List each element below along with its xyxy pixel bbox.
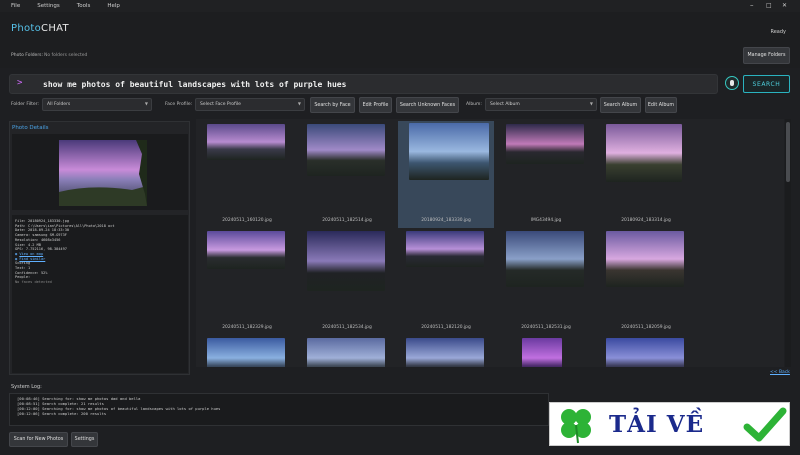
photo-thumbnail-cell[interactable]: 20240511_182120.jpg bbox=[398, 228, 494, 335]
photo-folders-value: No folders selected bbox=[44, 53, 88, 58]
find-similar-link[interactable]: Find similar bbox=[19, 257, 45, 261]
search-unknown-faces-button[interactable]: Search Unknown Faces bbox=[396, 97, 459, 113]
manage-folders-button[interactable]: Manage Folders bbox=[743, 47, 790, 64]
photo-thumbnail bbox=[506, 124, 584, 164]
microphone-icon[interactable] bbox=[725, 76, 739, 90]
photo-filename: 20240511_182514.jpg bbox=[322, 218, 372, 223]
watermark-text: TẢI VỀ bbox=[609, 411, 705, 438]
system-log: [00:08:46] Searching for: show me photos… bbox=[9, 393, 549, 426]
photo-thumbnail bbox=[606, 231, 684, 287]
photo-thumbnail bbox=[307, 124, 385, 176]
download-watermark: TẢI VỀ bbox=[549, 402, 790, 446]
photo-thumbnail-cell[interactable]: 20240511_182059.jpg bbox=[598, 228, 694, 335]
chevron-down-icon: ▼ bbox=[297, 101, 301, 106]
menu-tools[interactable]: Tools bbox=[66, 3, 97, 9]
photo-filename: 20240511_182531.jpg bbox=[521, 325, 571, 330]
photo-thumbnail-cell[interactable]: 20240511_182329.jpg bbox=[199, 228, 295, 335]
photo-thumbnail bbox=[522, 338, 562, 367]
face-profile-select[interactable]: Select Face Profile ▼ bbox=[195, 98, 305, 111]
scan-new-photos-button[interactable]: Scan for New Photos bbox=[9, 432, 68, 447]
menu-bar: File Settings Tools Help bbox=[0, 0, 800, 12]
photo-thumbnail-cell[interactable] bbox=[199, 335, 295, 367]
face-profile-value: Select Face Profile bbox=[200, 102, 241, 107]
photo-thumbnail bbox=[406, 231, 484, 267]
app-header bbox=[0, 12, 800, 46]
preview-image bbox=[59, 140, 147, 206]
maximize-icon[interactable]: □ bbox=[766, 2, 772, 9]
menu-help[interactable]: Help bbox=[96, 3, 126, 9]
folder-filter-value: All Folders bbox=[47, 102, 71, 107]
photo-filename: 20240511_160120.jpg bbox=[222, 218, 272, 223]
photo-filename: 20240511_182329.jpg bbox=[222, 325, 272, 330]
photo-filename: 20240511_182059.jpg bbox=[621, 325, 671, 330]
album-label: Album: bbox=[466, 102, 482, 107]
edit-profile-button[interactable]: Edit Profile bbox=[359, 97, 392, 113]
photo-thumbnail bbox=[406, 338, 484, 367]
photo-thumbnail-cell[interactable]: 20240511_182514.jpg bbox=[299, 121, 395, 228]
edit-album-button[interactable]: Edit Album bbox=[645, 97, 677, 113]
album-value: Select Album bbox=[490, 102, 520, 107]
folders-row bbox=[0, 46, 800, 68]
app-logo: PhotoCHAT bbox=[11, 23, 69, 34]
prompt-icon: > bbox=[17, 78, 23, 88]
album-select[interactable]: Select Album ▼ bbox=[485, 98, 597, 111]
photo-filename: 20240511_182534.jpg bbox=[322, 325, 372, 330]
photo-thumbnail-cell[interactable]: 20180924_183330.jpg bbox=[398, 121, 494, 228]
photo-thumbnail-cell[interactable]: 20240511_160120.jpg bbox=[199, 121, 295, 228]
search-album-button[interactable]: Search Album bbox=[600, 97, 641, 113]
view-on-map-link[interactable]: View on map bbox=[19, 252, 43, 256]
scrollbar-thumb[interactable] bbox=[786, 122, 790, 182]
photo-thumbnail-cell[interactable]: 20240511_182534.jpg bbox=[299, 228, 395, 335]
meta-line: No faces detected bbox=[15, 280, 52, 285]
photo-folders-label: Photo Folders: bbox=[11, 53, 44, 58]
folder-filter-select[interactable]: All Folders ▼ bbox=[42, 98, 152, 111]
log-line: [00:12:06] Search complete: 200 results bbox=[17, 411, 107, 416]
photo-filename: IMG43494.jpg bbox=[530, 218, 562, 223]
face-profile-label: Face Profile: bbox=[165, 102, 193, 107]
photo-thumbnail bbox=[307, 231, 385, 291]
menu-file[interactable]: File bbox=[0, 3, 26, 9]
photo-filename: 20180924_183314.jpg bbox=[621, 218, 671, 223]
settings-button[interactable]: Settings bbox=[71, 432, 98, 447]
system-log-label: System Log: bbox=[11, 384, 42, 390]
folder-filter-label: Folder Filter: bbox=[11, 102, 39, 107]
photo-thumbnail bbox=[409, 123, 489, 180]
photo-thumbnail-cell[interactable]: 20180924_183314.jpg bbox=[598, 121, 694, 228]
search-query[interactable]: show me photos of beautiful landscapes w… bbox=[43, 80, 346, 89]
search-input[interactable]: > show me photos of beautiful landscapes… bbox=[9, 74, 718, 94]
checkmark-icon bbox=[743, 407, 787, 442]
back-link[interactable]: << Back bbox=[770, 370, 790, 375]
search-by-face-button[interactable]: Search by Face bbox=[310, 97, 355, 113]
photo-thumbnail-cell[interactable] bbox=[498, 335, 594, 367]
photo-thumbnail bbox=[506, 231, 584, 287]
photo-filename: 20240511_182120.jpg bbox=[421, 325, 471, 330]
photo-thumbnail bbox=[207, 231, 285, 269]
photo-metadata: File: 20180924_183330.jpg Path: C:\Users… bbox=[12, 215, 188, 373]
photo-thumbnail-cell[interactable] bbox=[299, 335, 395, 367]
search-button[interactable]: SEARCH bbox=[743, 75, 790, 93]
photo-thumbnail bbox=[207, 124, 285, 160]
photo-thumbnail-cell[interactable]: IMG43494.jpg bbox=[498, 121, 594, 228]
photo-filename: 20180924_183330.jpg bbox=[421, 218, 471, 223]
photo-details-title: Photo Details bbox=[12, 125, 49, 131]
minimize-icon[interactable]: – bbox=[750, 1, 754, 9]
photo-thumbnail-cell[interactable] bbox=[598, 335, 694, 367]
photo-thumbnail bbox=[207, 338, 285, 367]
photo-thumbnail-cell[interactable]: 20240511_182531.jpg bbox=[498, 228, 594, 335]
clover-icon bbox=[561, 409, 591, 444]
photo-details-panel: Photo Details File: 20180924_183330.jpg … bbox=[9, 121, 190, 375]
chevron-down-icon: ▼ bbox=[589, 101, 593, 106]
photo-thumbnail bbox=[606, 338, 684, 367]
photo-thumbnail bbox=[307, 338, 385, 367]
close-icon[interactable]: ✕ bbox=[782, 2, 787, 9]
photo-thumbnail-cell[interactable] bbox=[398, 335, 494, 367]
photo-preview[interactable] bbox=[12, 134, 188, 210]
photo-thumbnail bbox=[606, 124, 682, 182]
menu-settings[interactable]: Settings bbox=[26, 3, 66, 9]
chevron-down-icon: ▼ bbox=[144, 101, 148, 106]
status-text: Ready bbox=[770, 29, 786, 35]
